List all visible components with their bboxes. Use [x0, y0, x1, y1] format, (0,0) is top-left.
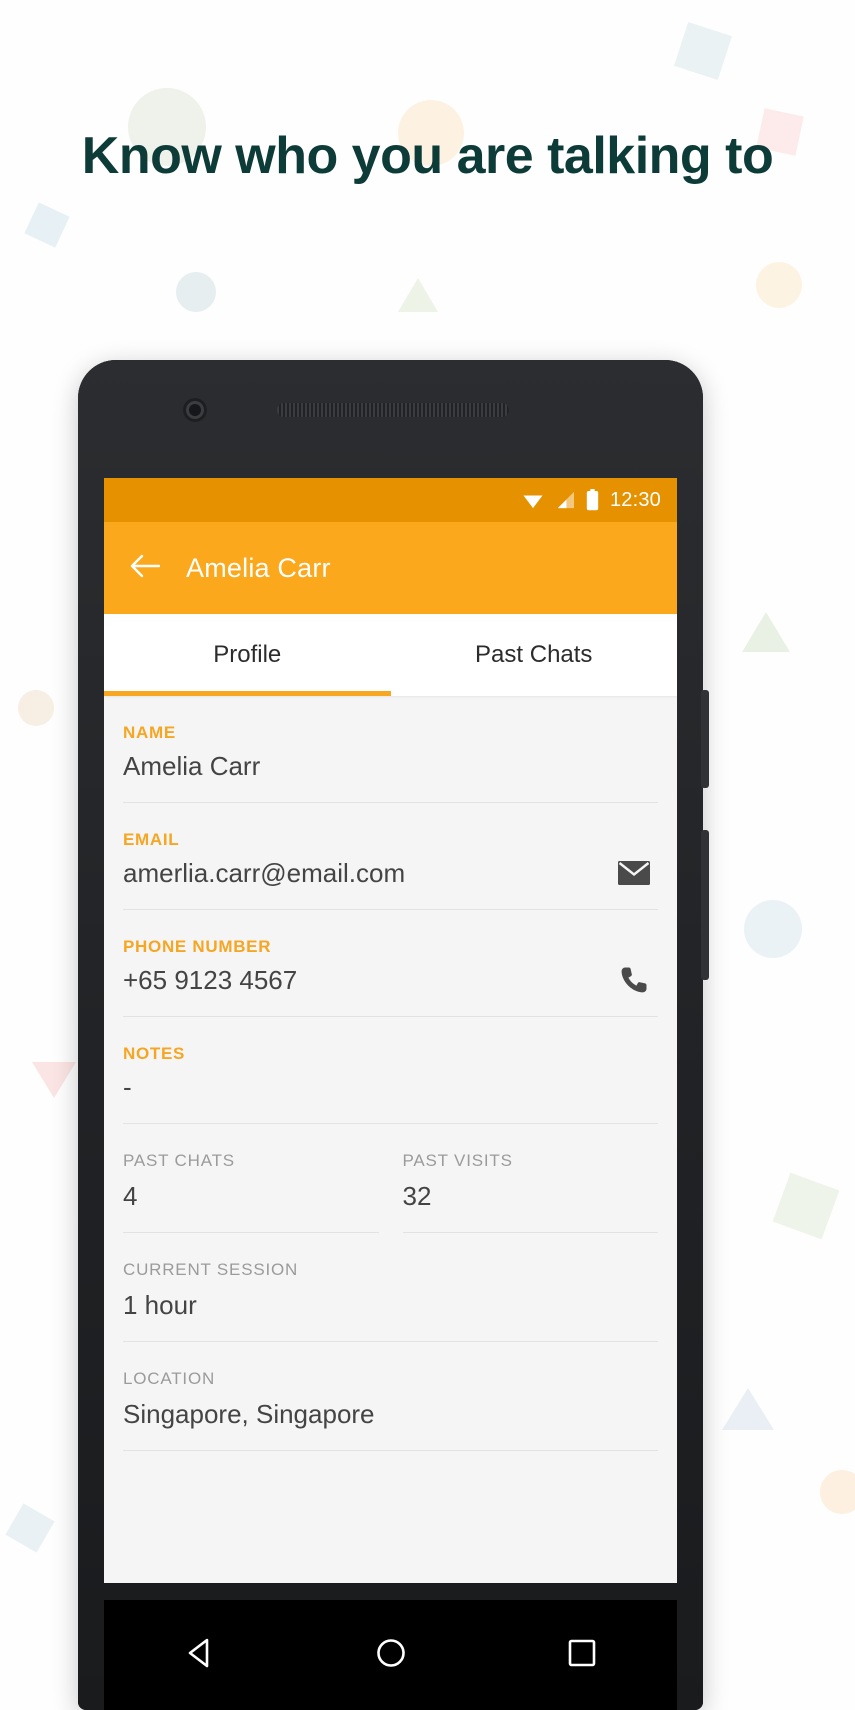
- field-value: -: [123, 1072, 132, 1102]
- power-button: [701, 830, 709, 980]
- field-value: Amelia Carr: [123, 751, 261, 781]
- decor-shape: [176, 272, 216, 312]
- back-arrow-icon[interactable]: [130, 553, 161, 584]
- nav-back-triangle-icon[interactable]: [183, 1636, 217, 1675]
- nav-recents-square-icon[interactable]: [565, 1636, 599, 1675]
- tab-active-indicator: [104, 691, 391, 696]
- email-icon[interactable]: [614, 853, 654, 893]
- field-label: NOTES: [123, 1044, 186, 1063]
- battery-icon: [586, 489, 599, 511]
- status-bar: 12:30: [104, 478, 677, 522]
- wifi-icon: [522, 491, 544, 509]
- decor-shape: [32, 1062, 76, 1098]
- decor-shape: [398, 278, 438, 312]
- decor-shape: [5, 1503, 55, 1553]
- field-label: PHONE NUMBER: [123, 937, 272, 956]
- stat-value: 4: [123, 1181, 138, 1211]
- android-nav-bar: [104, 1600, 677, 1710]
- cell-signal-icon: [555, 491, 575, 509]
- stat-location: LOCATION Singapore, Singapore: [123, 1342, 658, 1451]
- stat-past-visits: PAST VISITS 32: [402, 1124, 658, 1233]
- front-camera-icon: [183, 398, 207, 422]
- earpiece-speaker: [277, 403, 509, 417]
- stat-row: PAST CHATS 4 PAST VISITS 32: [123, 1124, 658, 1233]
- decor-shape: [742, 612, 790, 652]
- decor-shape: [756, 262, 802, 308]
- app-bar-title: Amelia Carr: [186, 552, 331, 583]
- field-email: EMAIL amerlia.carr@email.com: [123, 803, 658, 910]
- tab-past-chats[interactable]: Past Chats: [391, 614, 678, 696]
- page-title: Know who you are talking to: [81, 127, 774, 185]
- decor-shape: [24, 202, 70, 248]
- tab-bar: Profile Past Chats: [104, 614, 677, 696]
- phone-mockup: 12:30 Amelia Carr Profile Past Chats NAM…: [78, 360, 709, 1710]
- status-bar-time: 12:30: [609, 488, 661, 511]
- promo-screenshot: Know who you are talking to 12:30 Amelia…: [0, 0, 855, 1710]
- stat-current-session: CURRENT SESSION 1 hour: [123, 1233, 658, 1342]
- stat-past-chats: PAST CHATS 4: [123, 1124, 379, 1233]
- app-bar: Amelia Carr: [104, 522, 677, 614]
- phone-icon[interactable]: [614, 960, 654, 1000]
- stat-value: Singapore, Singapore: [123, 1399, 375, 1429]
- stat-label: PAST VISITS: [402, 1151, 513, 1170]
- decor-shape: [18, 690, 54, 726]
- stat-label: PAST CHATS: [123, 1151, 235, 1170]
- phone-screen: 12:30 Amelia Carr Profile Past Chats NAM…: [104, 478, 677, 1583]
- decor-shape: [674, 22, 732, 80]
- stat-label: CURRENT SESSION: [123, 1260, 299, 1279]
- field-label: NAME: [123, 723, 176, 742]
- stat-value: 32: [402, 1181, 432, 1211]
- field-name: NAME Amelia Carr: [123, 696, 658, 803]
- field-label: EMAIL: [123, 830, 180, 849]
- field-phone-number: PHONE NUMBER +65 9123 4567: [123, 910, 658, 1017]
- tab-profile[interactable]: Profile: [104, 614, 391, 696]
- field-notes: NOTES -: [123, 1017, 658, 1124]
- stat-label: LOCATION: [123, 1369, 216, 1388]
- decor-shape: [772, 1172, 840, 1240]
- decor-shape: [744, 900, 802, 958]
- field-value: +65 9123 4567: [123, 965, 298, 995]
- volume-button: [701, 690, 709, 788]
- stat-value: 1 hour: [123, 1290, 197, 1320]
- decor-shape: [722, 1388, 774, 1430]
- nav-home-circle-icon[interactable]: [374, 1636, 408, 1675]
- decor-shape: [820, 1470, 855, 1514]
- profile-content: NAME Amelia Carr EMAIL amerlia.carr@emai…: [104, 696, 677, 1575]
- field-value: amerlia.carr@email.com: [123, 858, 406, 888]
